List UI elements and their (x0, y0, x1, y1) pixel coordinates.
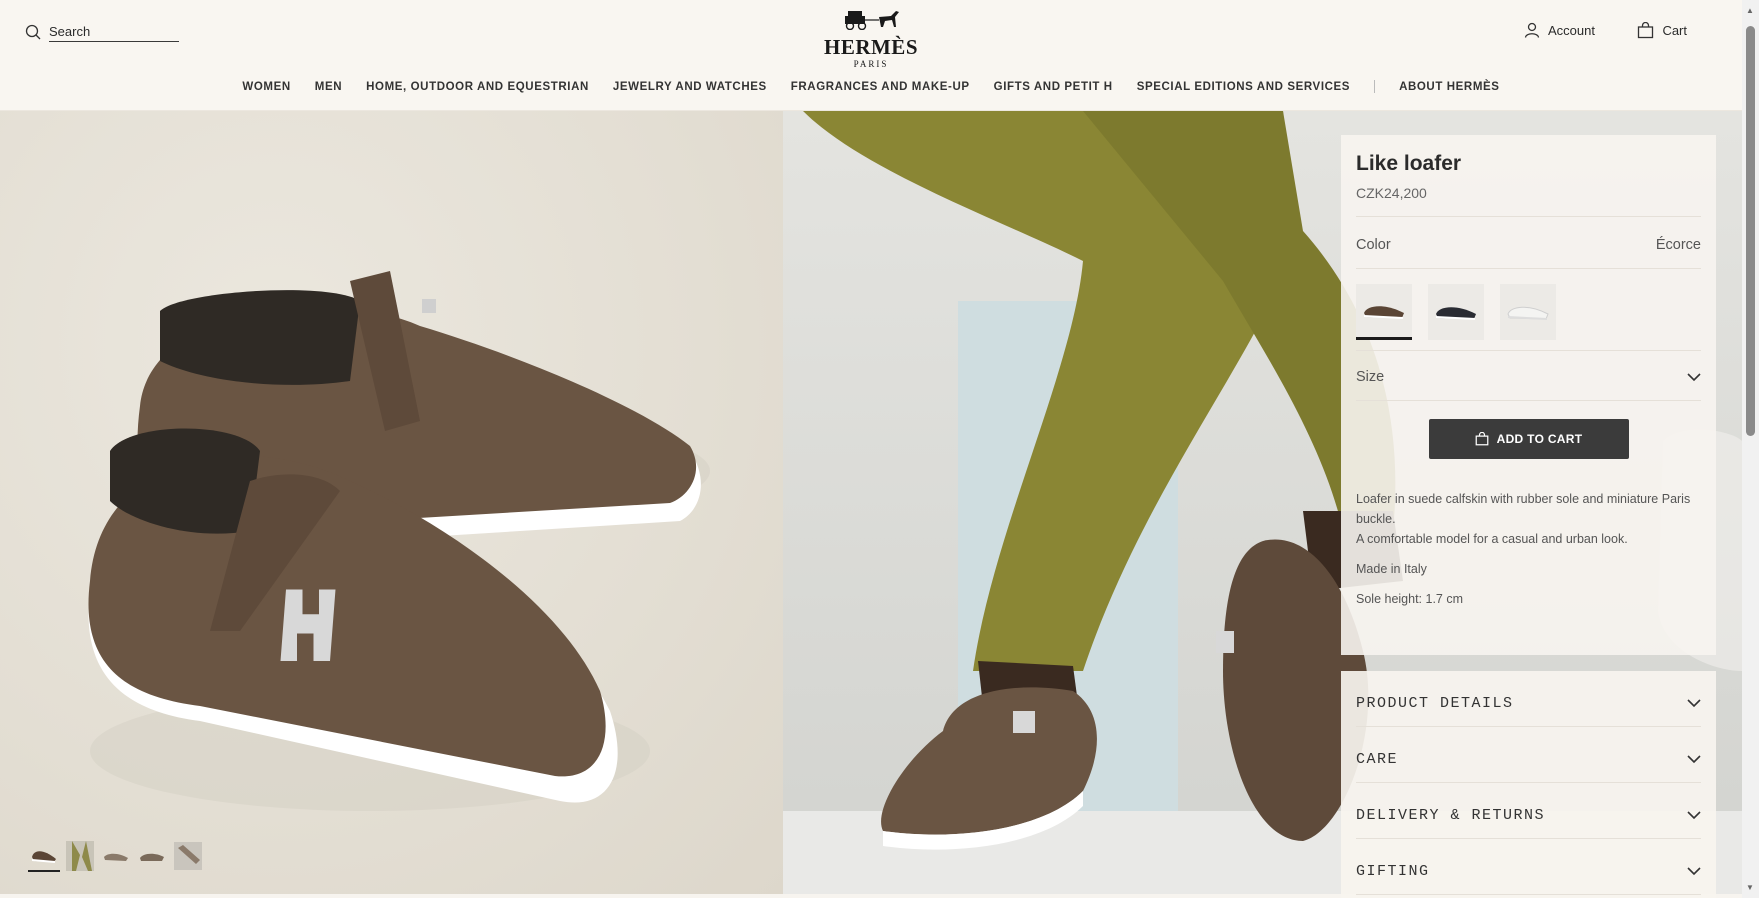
account-link[interactable]: Account (1524, 22, 1595, 38)
model-thumb-icon (66, 841, 94, 871)
color-selector: Color Écorce (1356, 217, 1701, 269)
cart-link[interactable]: Cart (1637, 22, 1687, 39)
accordion-label: DELIVERY & RETURNS (1356, 807, 1546, 824)
product-info-panel: Like loafer CZK24,200 Color Écorce Size … (1341, 135, 1716, 655)
brown-loafer-icon (1363, 305, 1404, 319)
nav-item-about[interactable]: ABOUT HERMÈS (1387, 81, 1511, 93)
nav-item-men[interactable]: MEN (303, 81, 354, 93)
made-in-text: Made in Italy (1356, 562, 1427, 576)
chevron-down-icon (1687, 699, 1701, 708)
description-text-2: A comfortable model for a casual and urb… (1356, 532, 1628, 546)
thumbnail-2[interactable] (64, 840, 96, 872)
accordion-label: PRODUCT DETAILS (1356, 695, 1514, 712)
hermes-logo[interactable]: HERMÈS PARIS (816, 8, 926, 69)
accordion-gifting[interactable]: GIFTING (1356, 839, 1701, 895)
product-price: CZK24,200 (1356, 185, 1701, 217)
search-input[interactable] (49, 22, 179, 42)
add-to-cart-button[interactable]: ADD TO CART (1428, 419, 1629, 459)
chevron-down-icon (1687, 372, 1701, 381)
product-description: Loafer in suede calfskin with rubber sol… (1356, 489, 1701, 609)
chevron-down-icon (1687, 755, 1701, 764)
chevron-down-icon (1687, 811, 1701, 820)
accordion-label: GIFTING (1356, 863, 1430, 880)
nav-item-gifts[interactable]: GIFTS AND PETIT H (982, 81, 1125, 93)
thumbnail-1[interactable] (28, 840, 60, 872)
account-label: Account (1548, 22, 1595, 38)
description-line-1: Loafer in suede calfskin with rubber sol… (1356, 489, 1701, 549)
logo-wordmark: HERMÈS (823, 35, 918, 59)
accordion-label: CARE (1356, 751, 1399, 768)
scrollbar-thumb[interactable] (1746, 26, 1755, 436)
thumbnail-3[interactable] (100, 840, 132, 872)
nav-item-home-outdoor[interactable]: HOME, OUTDOOR AND EQUESTRIAN (354, 81, 601, 93)
accordion-delivery-returns[interactable]: DELIVERY & RETURNS (1356, 783, 1701, 839)
black-loafer-icon (1435, 307, 1476, 320)
nav-item-fragrances[interactable]: FRAGRANCES AND MAKE-UP (779, 81, 982, 93)
search-bar[interactable] (25, 22, 179, 42)
search-icon (25, 24, 41, 40)
carriage-logo-icon (845, 11, 899, 31)
nav-item-special-editions[interactable]: SPECIAL EDITIONS AND SERVICES (1125, 81, 1362, 93)
page-scrollbar[interactable]: ▲ ▼ (1742, 0, 1759, 898)
color-label: Color (1356, 237, 1391, 253)
size-selector[interactable]: Size (1356, 351, 1701, 401)
loafer-sole-thumb-icon (174, 842, 202, 870)
site-header: HERMÈS PARIS Account Cart WOMEN MEN HOME… (0, 0, 1742, 111)
swatch-white[interactable] (1500, 284, 1556, 340)
main-navigation: WOMEN MEN HOME, OUTDOOR AND EQUESTRIAN J… (0, 80, 1742, 93)
sole-height-text: Sole height: 1.7 cm (1356, 592, 1464, 606)
nav-item-women[interactable]: WOMEN (230, 81, 302, 93)
thumbnail-4[interactable] (136, 840, 168, 872)
product-image-main[interactable] (0, 111, 783, 894)
color-swatches (1356, 269, 1701, 351)
thumbnail-5[interactable] (172, 840, 204, 872)
shopping-bag-icon (1638, 22, 1654, 39)
nav-divider (1374, 80, 1376, 93)
product-title: Like loafer (1356, 152, 1462, 175)
chevron-down-icon (1687, 867, 1701, 876)
loafer-side-thumb-icon (104, 853, 128, 861)
loafer-thumb-icon (31, 851, 56, 863)
accordion-care[interactable]: CARE (1356, 727, 1701, 783)
scroll-down-arrow-icon[interactable]: ▼ (1746, 883, 1754, 892)
swatch-black[interactable] (1428, 284, 1484, 340)
scroll-up-arrow-icon[interactable]: ▲ (1746, 6, 1754, 15)
accordion-product-details[interactable]: PRODUCT DETAILS (1356, 671, 1701, 727)
user-icon (1524, 22, 1540, 38)
cart-label: Cart (1662, 23, 1687, 38)
thumbnail-strip (28, 840, 204, 872)
logo-subtitle: PARIS (853, 59, 889, 69)
nav-item-jewelry[interactable]: JEWELRY AND WATCHES (601, 81, 779, 93)
swatch-brown[interactable] (1356, 284, 1412, 340)
loafer-top-thumb-icon (140, 853, 164, 861)
color-value: Écorce (1655, 237, 1701, 253)
shopping-bag-icon (1475, 432, 1489, 446)
size-label: Size (1356, 369, 1385, 385)
description-text-1: Loafer in suede calfskin with rubber sol… (1356, 492, 1691, 526)
product-accordion: PRODUCT DETAILS CARE DELIVERY & RETURNS … (1341, 671, 1716, 898)
white-loafer-icon (1507, 306, 1549, 320)
add-to-cart-label: ADD TO CART (1496, 432, 1583, 446)
loafer-pair-illustration (88, 271, 710, 811)
